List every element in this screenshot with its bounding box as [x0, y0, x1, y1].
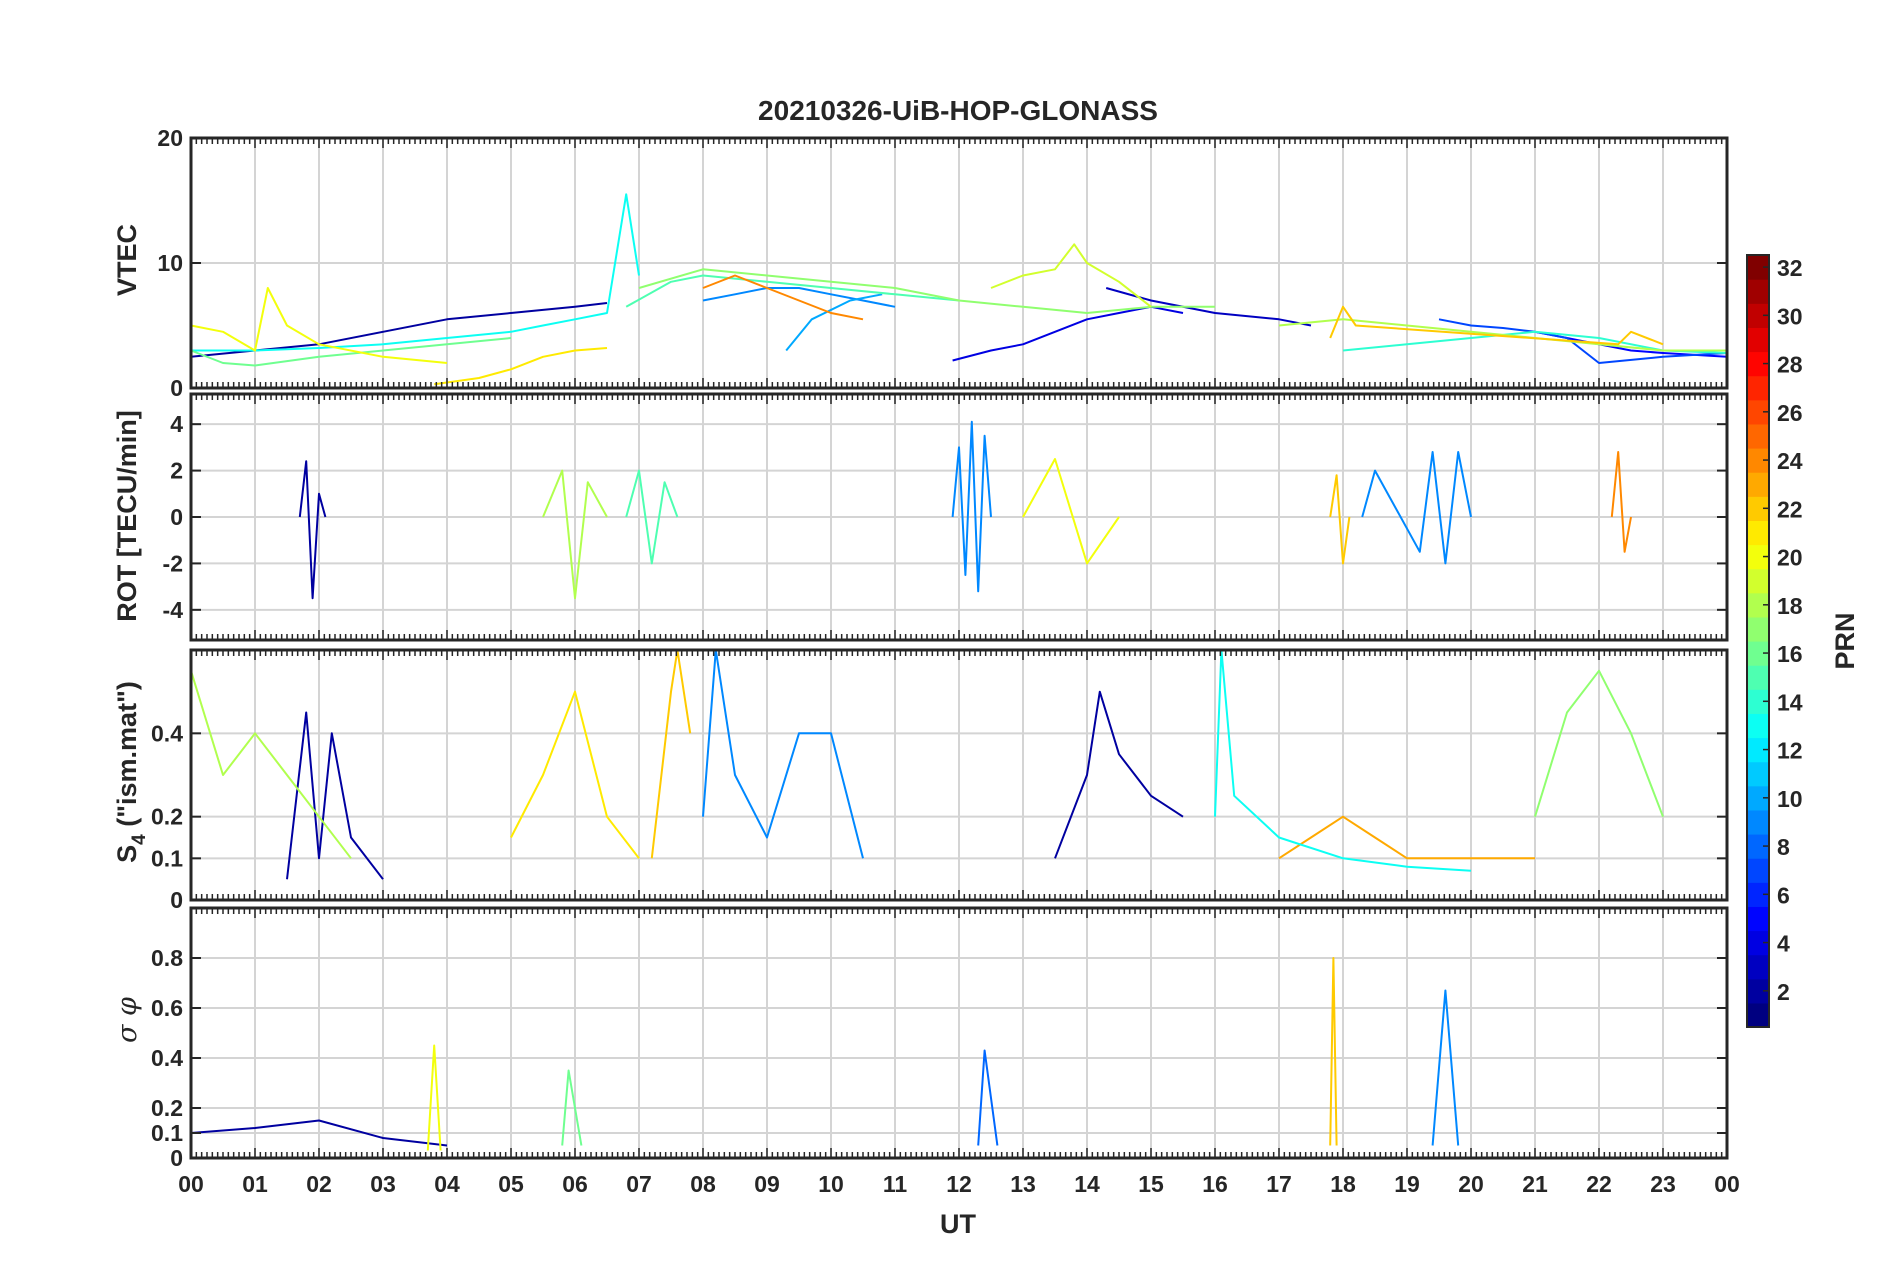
colorbar-tick-label: 14	[1777, 689, 1803, 715]
x-tick-label: 20	[1458, 1171, 1484, 1197]
x-tick-label: 08	[690, 1171, 716, 1197]
colorbar-gradient	[1747, 255, 1769, 1028]
x-tick-label: 22	[1586, 1171, 1612, 1197]
sigma_phi-ytick-label: 0.2	[151, 1095, 183, 1121]
x-tick-label: 00	[178, 1171, 204, 1197]
x-tick-label: 13	[1010, 1171, 1036, 1197]
rot-ytick-label: 4	[170, 411, 183, 437]
x-tick-label: 21	[1522, 1171, 1548, 1197]
x-tick-label: 07	[626, 1171, 652, 1197]
sigma-phi-y-label: σ φ	[112, 997, 143, 1043]
s4-ytick-label: 0	[170, 887, 183, 913]
x-tick-label: 01	[242, 1171, 268, 1197]
x-tick-label: 14	[1074, 1171, 1100, 1197]
colorbar-block	[1747, 713, 1769, 739]
colorbar-tick-label: 32	[1777, 255, 1803, 281]
x-tick-label: 18	[1330, 1171, 1356, 1197]
colorbar-block	[1747, 327, 1769, 353]
x-tick-label: 15	[1138, 1171, 1164, 1197]
rot-ytick-label: 0	[170, 504, 183, 530]
sigma_phi-ytick-label: 0.4	[151, 1045, 183, 1071]
x-tick-label: 00	[1714, 1171, 1740, 1197]
x-tick-label: 19	[1394, 1171, 1420, 1197]
x-tick-label: 06	[562, 1171, 588, 1197]
figure-background	[0, 0, 1902, 1272]
vtec-ytick-label: 10	[157, 250, 183, 276]
colorbar-tick-label: 16	[1777, 641, 1803, 667]
colorbar-label: PRN	[1830, 612, 1860, 669]
rot-y-label: ROT [TECU/min]	[112, 410, 142, 621]
colorbar-block	[1747, 423, 1769, 449]
colorbar-tick-label: 30	[1777, 303, 1803, 329]
rot-ytick-label: -4	[163, 597, 184, 623]
colorbar-tick-label: 24	[1777, 448, 1803, 474]
colorbar-tick-label: 18	[1777, 593, 1803, 619]
vtec-ytick-label: 0	[170, 375, 183, 401]
colorbar-block	[1747, 472, 1769, 497]
rot-ytick-label: -2	[163, 550, 183, 576]
colorbar-tick-label: 6	[1777, 882, 1790, 908]
sigma_phi-ytick-label: 0.1	[151, 1120, 183, 1146]
x-tick-label: 12	[946, 1171, 972, 1197]
figure: 20210326-UiB-HOP-GLONASS 01020 VTEC -4-2…	[0, 0, 1902, 1272]
colorbar-block	[1747, 279, 1769, 304]
colorbar-tick-label: 2	[1777, 979, 1790, 1005]
sigma_phi-ytick-label: 0.6	[151, 995, 183, 1021]
sigma_phi-ytick-label: 0	[170, 1145, 183, 1171]
x-tick-label: 10	[818, 1171, 844, 1197]
colorbar-tick-label: 10	[1777, 786, 1803, 812]
colorbar-block	[1747, 568, 1769, 594]
s4-ytick-label: 0.2	[151, 804, 183, 830]
chart-title: 20210326-UiB-HOP-GLONASS	[758, 95, 1158, 126]
colorbar-block	[1747, 809, 1769, 835]
colorbar-block	[1747, 906, 1769, 932]
colorbar-tick-label: 28	[1777, 352, 1803, 378]
colorbar-tick-label: 22	[1777, 496, 1803, 522]
x-tick-label: 23	[1650, 1171, 1676, 1197]
colorbar-tick-label: 20	[1777, 545, 1803, 571]
x-axis-label: UT	[940, 1209, 976, 1239]
x-tick-label: 03	[370, 1171, 396, 1197]
colorbar-block	[1747, 520, 1769, 546]
s4-ytick-label: 0.1	[151, 845, 183, 871]
x-tick-label: 11	[883, 1171, 908, 1197]
x-tick-label: 16	[1202, 1171, 1228, 1197]
vtec-ytick-label: 20	[157, 125, 183, 151]
colorbar-block	[1747, 616, 1769, 642]
colorbar-block	[1747, 858, 1769, 883]
colorbar-tick-label: 8	[1777, 834, 1790, 860]
colorbar-tick-label: 12	[1777, 738, 1803, 764]
x-tick-label: 05	[498, 1171, 524, 1197]
colorbar-block	[1747, 665, 1769, 690]
s4-ytick-label: 0.4	[151, 720, 183, 746]
colorbar-tick-label: 26	[1777, 400, 1803, 426]
sigma_phi-ytick-label: 0.8	[151, 945, 183, 971]
colorbar-block	[1747, 375, 1769, 401]
s4-y-label-sub: 4	[129, 834, 150, 845]
colorbar-tick-label: 4	[1777, 931, 1790, 957]
x-tick-label: 17	[1266, 1171, 1292, 1197]
x-tick-label: 02	[306, 1171, 332, 1197]
colorbar-block	[1747, 954, 1769, 980]
colorbar-block	[1747, 761, 1769, 787]
s4-y-label-suffix: ("ism.mat")	[112, 681, 142, 834]
rot-ytick-label: 2	[170, 458, 183, 484]
colorbar-block	[1747, 1002, 1769, 1028]
x-tick-label: 04	[434, 1171, 460, 1197]
vtec-y-label: VTEC	[112, 224, 142, 296]
x-tick-label: 09	[754, 1171, 780, 1197]
s4-y-label-main: S	[112, 845, 142, 863]
